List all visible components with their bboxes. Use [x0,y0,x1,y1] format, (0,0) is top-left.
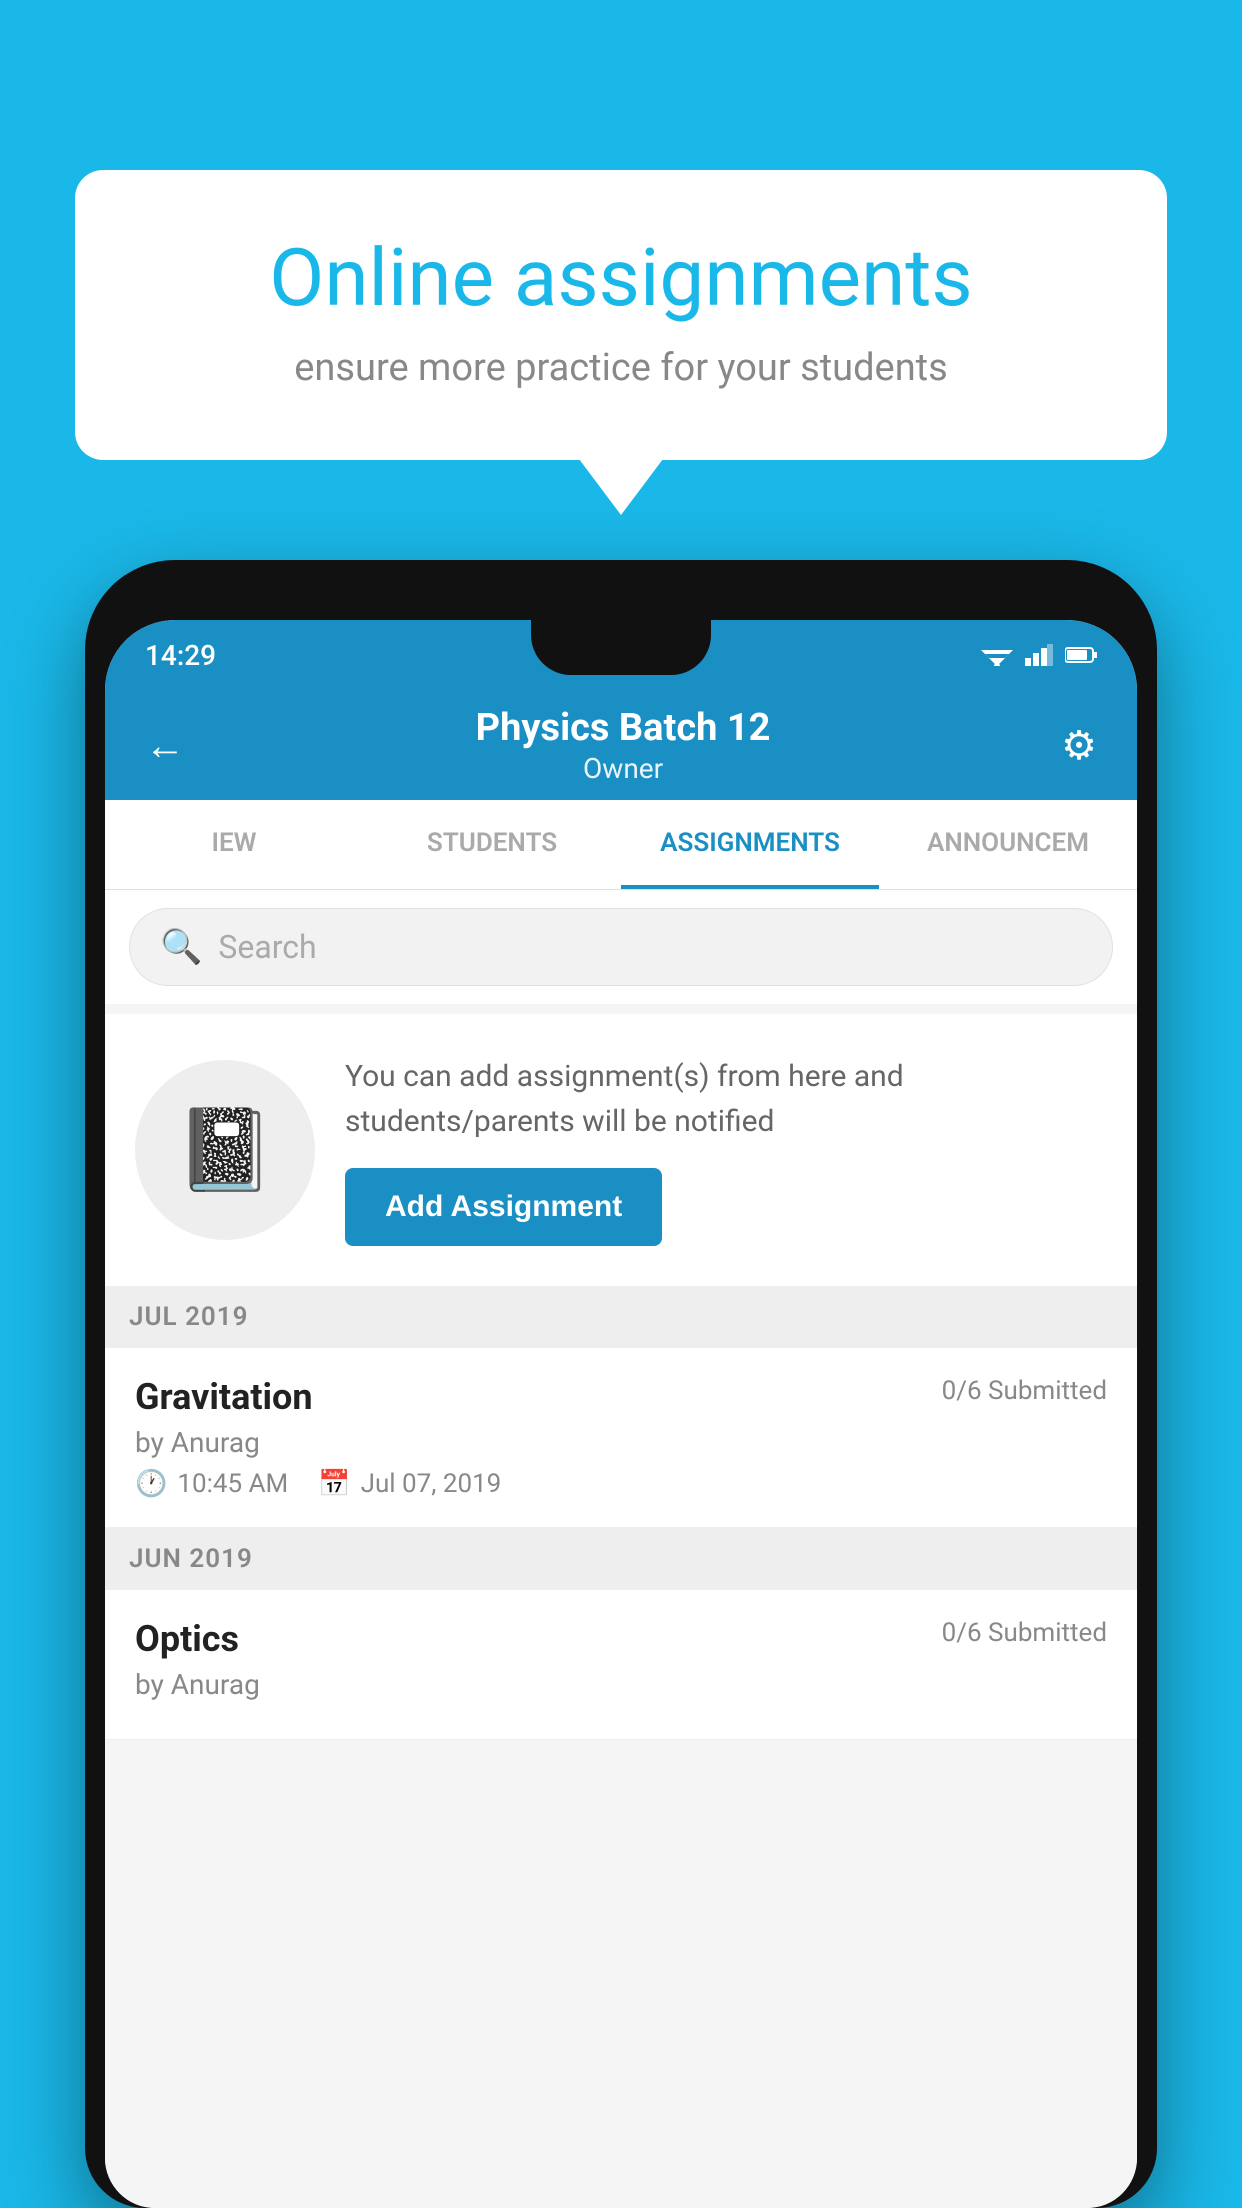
bubble-title: Online assignments [145,230,1097,326]
assignment-item-optics[interactable]: Optics 0/6 Submitted by Anurag [105,1590,1137,1740]
speech-bubble: Online assignments ensure more practice … [75,170,1167,460]
phone-notch [531,620,711,675]
search-container: 🔍 Search [105,890,1137,1004]
phone-screen: 14:29 [105,620,1137,2208]
assignment-author-gravitation: by Anurag [135,1426,1107,1459]
tab-bar: IEW STUDENTS ASSIGNMENTS ANNOUNCEM [105,800,1137,890]
notebook-icon: 📓 [175,1103,275,1197]
status-time: 14:29 [145,639,216,672]
meta-time-value: 10:45 AM [177,1469,288,1499]
search-icon: 🔍 [160,927,202,967]
meta-date-gravitation: 📅 Jul 07, 2019 [318,1469,501,1499]
assignment-submitted-optics: 0/6 Submitted [942,1618,1107,1648]
add-assignment-button[interactable]: Add Assignment [345,1168,662,1246]
search-bar[interactable]: 🔍 Search [129,908,1113,986]
assignment-author-optics: by Anurag [135,1668,1107,1701]
meta-date-value: Jul 07, 2019 [361,1469,502,1499]
search-placeholder: Search [218,928,316,966]
phone-frame: 14:29 [85,560,1157,2208]
content-area: 🔍 Search 📓 You can add assignment(s) fro… [105,890,1137,2208]
assignment-submitted-gravitation: 0/6 Submitted [942,1376,1107,1406]
promo-section: 📓 You can add assignment(s) from here an… [105,1014,1137,1286]
section-label-jul: JUL 2019 [129,1302,249,1332]
app-bar: ← Physics Batch 12 Owner ⚙ [105,690,1137,800]
assignment-name-gravitation: Gravitation [135,1376,313,1418]
assignment-name-optics: Optics [135,1618,239,1660]
meta-time-gravitation: 🕐 10:45 AM [135,1469,288,1499]
section-label-jun: JUN 2019 [129,1544,253,1574]
clock-icon: 🕐 [135,1469,167,1499]
settings-icon[interactable]: ⚙ [1061,722,1097,769]
signal-icon [1025,644,1053,666]
tab-students[interactable]: STUDENTS [363,800,621,889]
assignment-item-gravitation[interactable]: Gravitation 0/6 Submitted by Anurag 🕐 10… [105,1348,1137,1528]
app-bar-subtitle: Owner [476,752,771,785]
assignment-meta-gravitation: 🕐 10:45 AM 📅 Jul 07, 2019 [135,1469,1107,1499]
calendar-icon: 📅 [318,1469,350,1499]
promo-icon-circle: 📓 [135,1060,315,1240]
assignment-top-row-optics: Optics 0/6 Submitted [135,1618,1107,1660]
tab-assignments[interactable]: ASSIGNMENTS [621,800,879,889]
back-button[interactable]: ← [145,722,185,769]
bubble-subtitle: ensure more practice for your students [145,346,1097,390]
tab-iew[interactable]: IEW [105,800,363,889]
battery-icon [1065,646,1097,664]
promo-text: You can add assignment(s) from here and … [345,1054,1107,1144]
promo-right: You can add assignment(s) from here and … [345,1054,1107,1246]
tab-announcements[interactable]: ANNOUNCEM [879,800,1137,889]
status-icons [981,644,1097,666]
app-bar-title: Physics Batch 12 [476,706,771,750]
app-bar-title-group: Physics Batch 12 Owner [476,706,771,785]
section-jun-2019: JUN 2019 [105,1528,1137,1590]
assignment-top-row: Gravitation 0/6 Submitted [135,1376,1107,1418]
wifi-icon [981,644,1013,666]
section-jul-2019: JUL 2019 [105,1286,1137,1348]
